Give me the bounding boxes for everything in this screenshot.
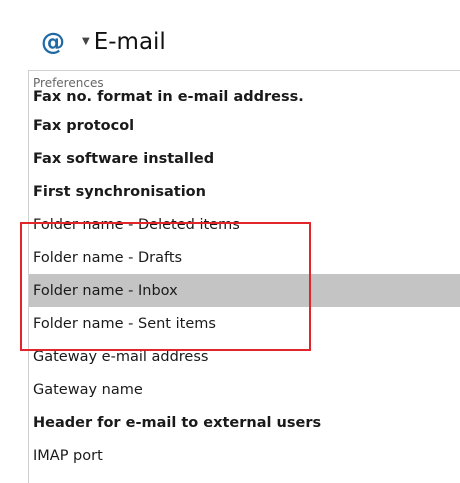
list-item-label: Header for e-mail to external users xyxy=(33,414,322,431)
list-item-label: Gateway name xyxy=(33,381,143,398)
list-item-label: Fax protocol xyxy=(33,117,135,134)
list-item[interactable]: Fax software installed xyxy=(29,142,460,175)
list-item[interactable]: Folder name - Sent items xyxy=(29,307,460,340)
list-item[interactable]: IMAP port xyxy=(29,439,460,472)
list-item[interactable]: First synchronisation xyxy=(29,175,460,208)
preferences-panel: Preferences Fax no. format in e-mail add… xyxy=(28,70,460,483)
list-item-label: First synchronisation xyxy=(33,183,206,200)
list-item[interactable]: Gateway name xyxy=(29,373,460,406)
header: @ ▼ E-mail xyxy=(40,20,460,64)
dropdown-arrow-icon[interactable]: ▼ xyxy=(82,37,90,47)
page-title: E-mail xyxy=(93,28,166,55)
list-item[interactable]: Gateway e-mail address xyxy=(29,340,460,373)
list-item-label: IMAP port xyxy=(33,447,103,464)
list-item[interactable]: Header for e-mail to external users xyxy=(29,406,460,439)
at-sign-icon[interactable]: @ xyxy=(40,30,66,54)
list-item-label: Folder name - Drafts xyxy=(33,249,183,266)
list-item-label: Folder name - Sent items xyxy=(33,315,216,332)
list-item-label: Gateway e-mail address xyxy=(33,348,209,365)
list-item-label: Folder name - Deleted items xyxy=(33,216,240,233)
list-item-label: Fax no. format in e-mail address. xyxy=(33,89,304,105)
list-item-selected[interactable]: Folder name - Inbox xyxy=(29,274,460,307)
section-label: Preferences xyxy=(33,76,104,90)
list-item[interactable]: Fax no. format in e-mail address. xyxy=(29,89,460,109)
list-item[interactable]: Folder name - Drafts xyxy=(29,241,460,274)
list-item[interactable]: Folder name - Deleted items xyxy=(29,208,460,241)
preferences-list: Fax no. format in e-mail address. Fax pr… xyxy=(29,89,460,472)
list-item-label: Fax software installed xyxy=(33,150,215,167)
list-item-label: Folder name - Inbox xyxy=(33,282,178,299)
list-item[interactable]: Fax protocol xyxy=(29,109,460,142)
